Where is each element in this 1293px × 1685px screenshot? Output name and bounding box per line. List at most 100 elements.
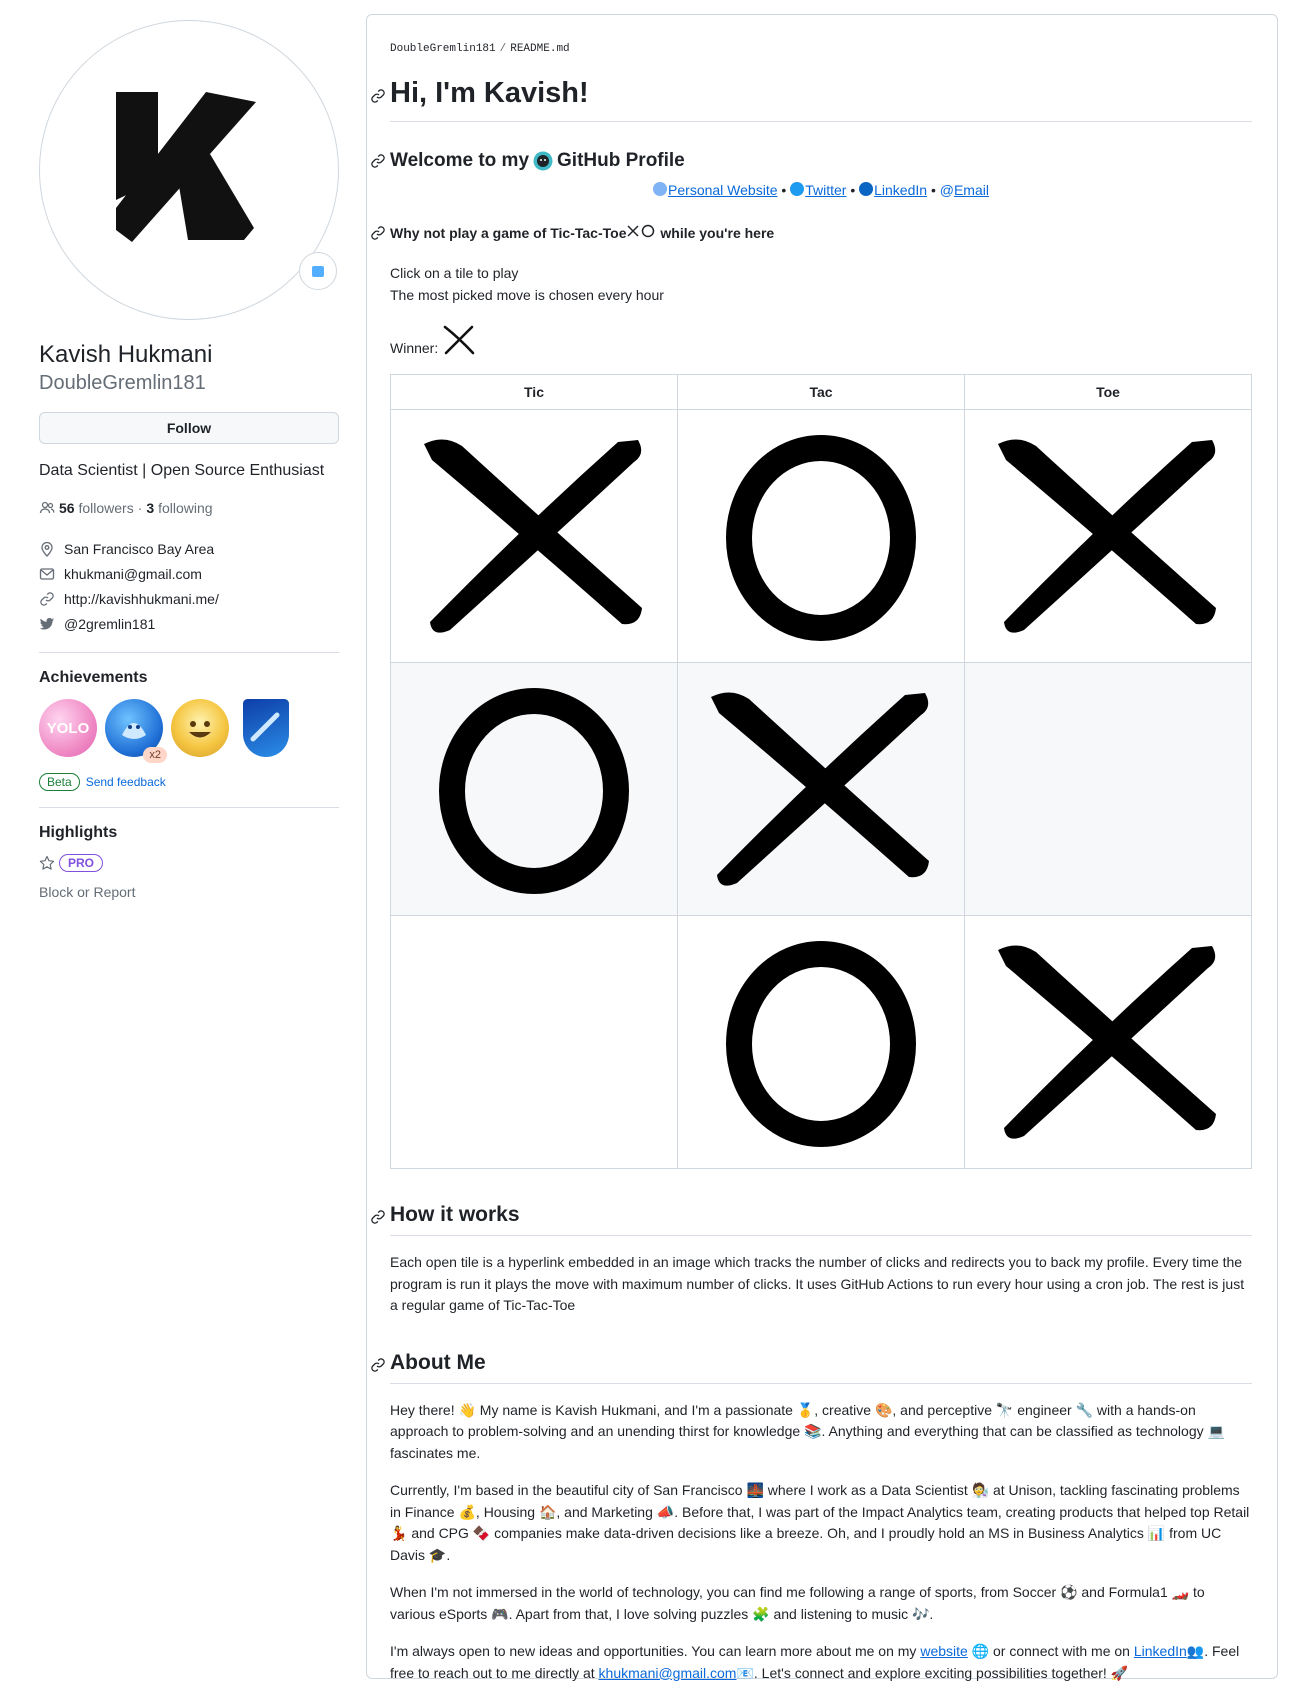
highlights-heading: Highlights — [39, 824, 118, 841]
breadcrumb-user[interactable]: DoubleGremlin181 — [390, 43, 496, 55]
about-email-link[interactable]: khukmani@gmail.com — [599, 1665, 737, 1681]
breadcrumb-file[interactable]: README.md — [510, 43, 569, 55]
about-paragraph-3: When I'm not immersed in the world of te… — [390, 1584, 1205, 1622]
anchor-link-icon[interactable] — [370, 153, 386, 169]
follow-stats: 56 followers · 3 following — [39, 500, 339, 516]
board-tile-2-2 — [965, 916, 1251, 1168]
achievement-arctic-code-vault[interactable] — [243, 699, 289, 757]
o-mark-icon — [642, 224, 655, 238]
readme-title-text: Hi, I'm Kavish! — [390, 77, 589, 109]
achievement-pull-shark[interactable]: x2 — [105, 699, 167, 763]
profile-fullname: Kavish Hukmani — [39, 341, 213, 368]
board-cell[interactable] — [964, 662, 1252, 916]
link-separator: • — [850, 182, 856, 198]
website-link[interactable]: http://kavishhukmani.me/ — [64, 591, 219, 607]
profile-username: DoubleGremlin181 — [39, 372, 206, 394]
send-feedback-link[interactable]: Send feedback — [86, 775, 166, 789]
board-cell — [964, 915, 1252, 1169]
anchor-link-icon[interactable] — [370, 1209, 386, 1225]
readme-content: Hi, I'm Kavish! Welcome to my GitHub Pro… — [371, 65, 1252, 1684]
board-header-toe: Toe — [964, 374, 1252, 410]
winner-label: Winner: — [390, 340, 439, 356]
about-website-link[interactable]: website — [920, 1643, 967, 1659]
board-cell — [390, 409, 678, 663]
board-tile-0-2 — [965, 410, 1251, 662]
how-it-works-heading: How it works — [371, 1199, 1252, 1236]
profile-details: San Francisco Bay Area khukmani@gmail.co… — [39, 536, 339, 636]
twitter-bird-icon — [790, 182, 805, 196]
board-header-tic: Tic — [390, 374, 678, 410]
achievement-yolo[interactable]: YOLO — [39, 699, 97, 757]
board-tile-1-1 — [678, 663, 964, 915]
winner-x-icon — [443, 325, 475, 355]
twitter-link[interactable]: @2gremlin181 — [64, 616, 155, 632]
twitter-item[interactable]: @2gremlin181 — [39, 611, 339, 636]
followers-link[interactable]: 56 followers — [59, 500, 134, 516]
readme-title: Hi, I'm Kavish! — [371, 71, 1252, 122]
o-mark-icon — [439, 688, 629, 894]
linkedin-link[interactable]: LinkedIn — [874, 182, 927, 198]
board-header-row: Tic Tac Toe — [390, 374, 1252, 410]
about-me-text: About Me — [390, 1350, 486, 1374]
about-paragraph-2: Currently, I'm based in the beautiful ci… — [390, 1482, 1250, 1563]
winner-row: Winner: — [390, 322, 1252, 356]
board-tile-1-0 — [391, 663, 677, 915]
achievement-quickdraw[interactable] — [171, 699, 229, 757]
at-sign-icon: @ — [939, 182, 954, 198]
board-cell — [964, 409, 1252, 663]
tictactoe-instructions: Click on a tile to play The most picked … — [390, 262, 1252, 306]
personal-website-link[interactable]: Personal Website — [668, 182, 777, 198]
grinning-face-icon — [189, 721, 211, 738]
click-instruction: Click on a tile to play — [390, 265, 519, 281]
following-label: following — [158, 500, 213, 516]
beta-label: Beta — [39, 773, 80, 791]
k-logo-icon — [116, 92, 256, 242]
avatar-wrap — [39, 20, 339, 320]
profile-sidebar: Kavish Hukmani DoubleGremlin181 Follow D… — [39, 20, 339, 900]
sidebar-divider — [39, 652, 339, 653]
achievements-heading: Achievements — [39, 669, 148, 686]
website-item[interactable]: http://kavishhukmani.me/ — [39, 586, 339, 611]
social-links-row: Personal Website • Twitter • LinkedIn • … — [390, 182, 1252, 198]
follow-button[interactable]: Follow — [39, 412, 339, 444]
board-header-tac: Tac — [677, 374, 965, 410]
about-linkedin-link[interactable]: LinkedIn — [1134, 1643, 1187, 1659]
followers-count: 56 — [59, 500, 75, 516]
following-link[interactable]: 3 following — [146, 500, 212, 516]
avatar[interactable] — [39, 20, 339, 320]
board-tile-1-2[interactable] — [965, 663, 1251, 915]
email-item[interactable]: khukmani@gmail.com — [39, 561, 339, 586]
computer-icon — [312, 265, 324, 277]
profile-bio: Data Scientist | Open Source Enthusiast — [39, 462, 325, 479]
board-cell[interactable] — [390, 915, 678, 1169]
tictactoe-board: Tic Tac Toe — [390, 374, 1252, 1169]
board-tile-0-1 — [678, 410, 964, 662]
pro-badge: PRO — [59, 854, 104, 872]
location-text: San Francisco Bay Area — [64, 540, 215, 557]
email-link[interactable]: khukmani@gmail.com — [64, 566, 202, 582]
anchor-link-icon[interactable] — [370, 88, 386, 104]
readme-box: DoubleGremlin181/README.md Hi, I'm Kavis… — [366, 14, 1278, 1681]
mountain-icon — [250, 712, 280, 742]
x-mark-icon — [711, 692, 929, 886]
about-p4-text-b: 🌐 or connect with me on — [971, 1643, 1130, 1659]
anchor-link-icon[interactable] — [370, 1357, 386, 1373]
welcome-text-after: GitHub Profile — [557, 150, 685, 171]
about-me-heading: About Me — [371, 1347, 1252, 1384]
tictactoe-heading-before: Why not play a game of Tic-Tac-Toe — [390, 225, 627, 241]
email-link[interactable]: Email — [954, 182, 989, 198]
twitter-link[interactable]: Twitter — [805, 182, 846, 198]
board-row — [390, 409, 1252, 663]
readme-breadcrumb: DoubleGremlin181/README.md — [390, 43, 570, 55]
hourly-instruction: The most picked move is chosen every hou… — [390, 287, 664, 303]
anchor-link-icon[interactable] — [370, 225, 386, 241]
block-report-link[interactable]: Block or Report — [39, 884, 339, 900]
link-separator: • — [781, 182, 787, 198]
welcome-text-before: Welcome to my — [390, 150, 530, 171]
globe-icon — [653, 182, 668, 196]
following-count: 3 — [146, 500, 155, 516]
status-badge[interactable] — [299, 252, 337, 290]
about-paragraph-4: I'm always open to new ideas and opportu… — [390, 1641, 1252, 1684]
board-tile-2-0[interactable] — [391, 916, 677, 1168]
breadcrumb-separator: / — [499, 43, 507, 55]
